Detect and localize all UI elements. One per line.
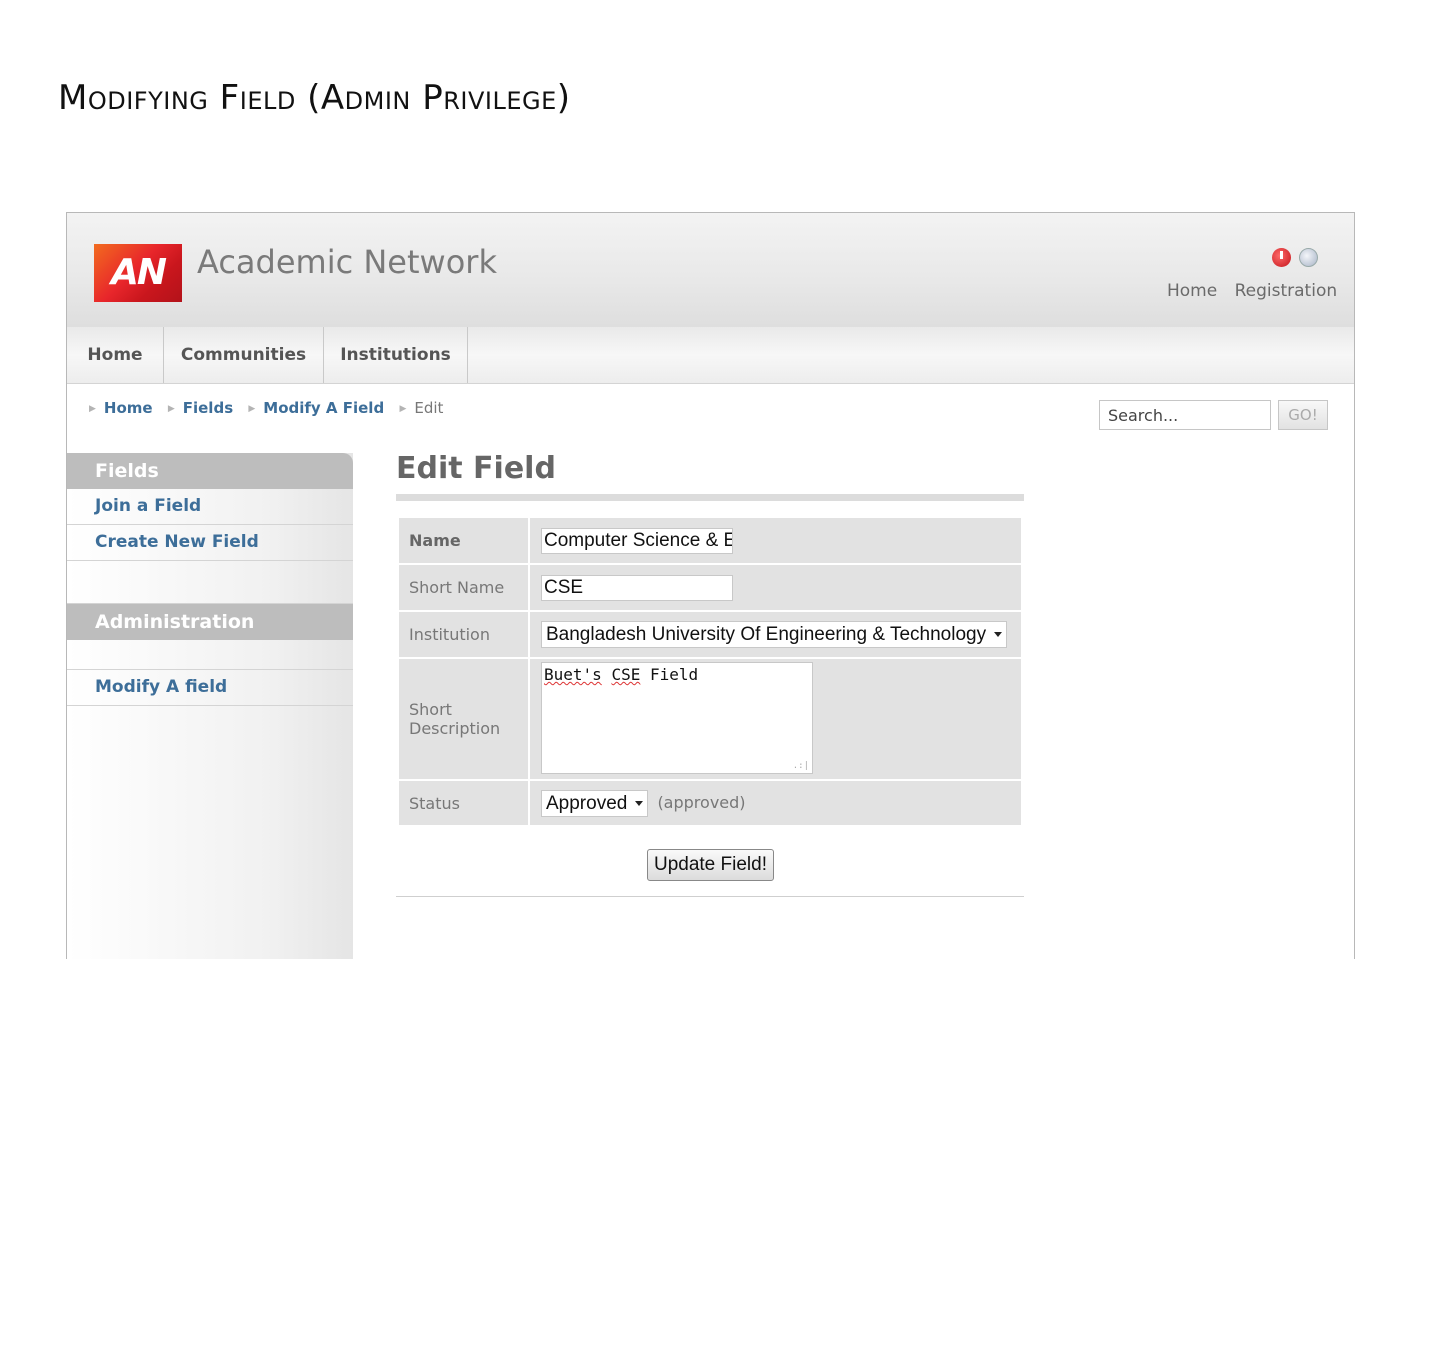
status-label: Status [399, 781, 528, 825]
institution-select[interactable]: Bangladesh University Of Engineering & T… [541, 621, 1008, 648]
search-input[interactable] [1099, 400, 1271, 430]
header-link-registration[interactable]: Registration [1235, 281, 1338, 301]
breadcrumb-fields[interactable]: Fields [183, 399, 233, 417]
dropdown-caret-icon [635, 800, 644, 806]
description-label-line2: Description [409, 719, 501, 738]
form-row-short-name: Short Name CSE [399, 565, 1021, 610]
institution-cell: Bangladesh University Of Engineering & T… [530, 612, 1021, 657]
update-field-button[interactable]: Update Field! [647, 849, 774, 881]
site-name: Academic Network [197, 243, 497, 281]
form-row-status: Status Approved (approved) [399, 781, 1021, 825]
description-textarea[interactable]: Buet's CSE Field .:| [541, 662, 813, 774]
user-icon[interactable] [1299, 248, 1318, 267]
resize-grip-icon[interactable]: .:| [793, 761, 809, 771]
site-header: AN Academic Network Home Registration [67, 213, 1354, 327]
form-bottom-divider [396, 896, 1024, 897]
nav-tab-institutions[interactable]: Institutions [324, 327, 468, 383]
search-go-button[interactable]: GO! [1278, 400, 1328, 430]
header-link-home[interactable]: Home [1167, 281, 1217, 301]
institution-label: Institution [399, 612, 528, 657]
form-row-name: Name Computer Science & E [399, 518, 1021, 563]
breadcrumb-arrow-icon: ▶ [89, 404, 96, 414]
header-icons [1272, 248, 1326, 267]
short-name-cell: CSE [530, 565, 1021, 610]
form-row-description: Short Description Buet's CSE Field .:| [399, 659, 1021, 779]
header-links: Home Registration [1167, 281, 1349, 301]
nav-tab-home[interactable]: Home [67, 327, 164, 383]
description-cell: Buet's CSE Field .:| [530, 659, 1021, 779]
name-input[interactable]: Computer Science & E [541, 527, 733, 554]
sidebar: Fields Join a Field Create New Field Adm… [67, 453, 353, 959]
sidebar-heading-administration: Administration [67, 604, 353, 640]
breadcrumb-arrow-icon: ▶ [399, 404, 407, 414]
description-word-2: CSE [611, 665, 641, 684]
edit-field-form: Name Computer Science & E Short Name CSE… [397, 516, 1023, 827]
short-name-label: Short Name [399, 565, 528, 610]
status-note: (approved) [657, 792, 746, 812]
description-word-1: Buet's [544, 665, 602, 684]
nav-tab-communities[interactable]: Communities [164, 327, 324, 383]
name-cell: Computer Science & E [530, 518, 1021, 563]
breadcrumb-arrow-icon: ▶ [167, 404, 175, 414]
sidebar-heading-fields: Fields [67, 453, 353, 489]
description-word-3: Field [649, 665, 699, 684]
document-title: Modifying Field (Admin Privilege) [58, 78, 571, 118]
sidebar-spacer [67, 640, 353, 670]
status-cell: Approved (approved) [530, 781, 1021, 825]
site-logo[interactable]: AN [94, 244, 182, 302]
institution-select-value: Bangladesh University Of Engineering & T… [546, 624, 987, 645]
sidebar-item-join-field[interactable]: Join a Field [67, 489, 353, 525]
description-label: Short Description [399, 659, 528, 779]
browser-screenshot: AN Academic Network Home Registration Ho… [66, 212, 1355, 959]
breadcrumb-modify-field[interactable]: Modify A Field [263, 399, 384, 417]
breadcrumb-home[interactable]: Home [104, 399, 153, 417]
dropdown-caret-icon [994, 632, 1003, 638]
name-label: Name [399, 518, 528, 563]
sidebar-item-modify-field[interactable]: Modify A field [67, 670, 353, 706]
sidebar-spacer [67, 561, 353, 604]
power-icon[interactable] [1272, 248, 1291, 267]
breadcrumb: ▶ Home ▶ Fields ▶ Modify A Field ▶ Edit [89, 399, 443, 417]
form-title: Edit Field [396, 451, 556, 486]
description-label-line1: Short [409, 700, 452, 719]
status-select[interactable]: Approved [541, 789, 649, 817]
main-nav: Home Communities Institutions [67, 327, 1354, 384]
sidebar-item-create-field[interactable]: Create New Field [67, 525, 353, 561]
status-select-value: Approved [546, 792, 628, 814]
short-name-input[interactable]: CSE [541, 574, 733, 601]
breadcrumb-current: Edit [414, 399, 444, 417]
form-row-institution: Institution Bangladesh University Of Eng… [399, 612, 1021, 657]
breadcrumb-arrow-icon: ▶ [248, 404, 256, 414]
title-divider [396, 494, 1024, 501]
